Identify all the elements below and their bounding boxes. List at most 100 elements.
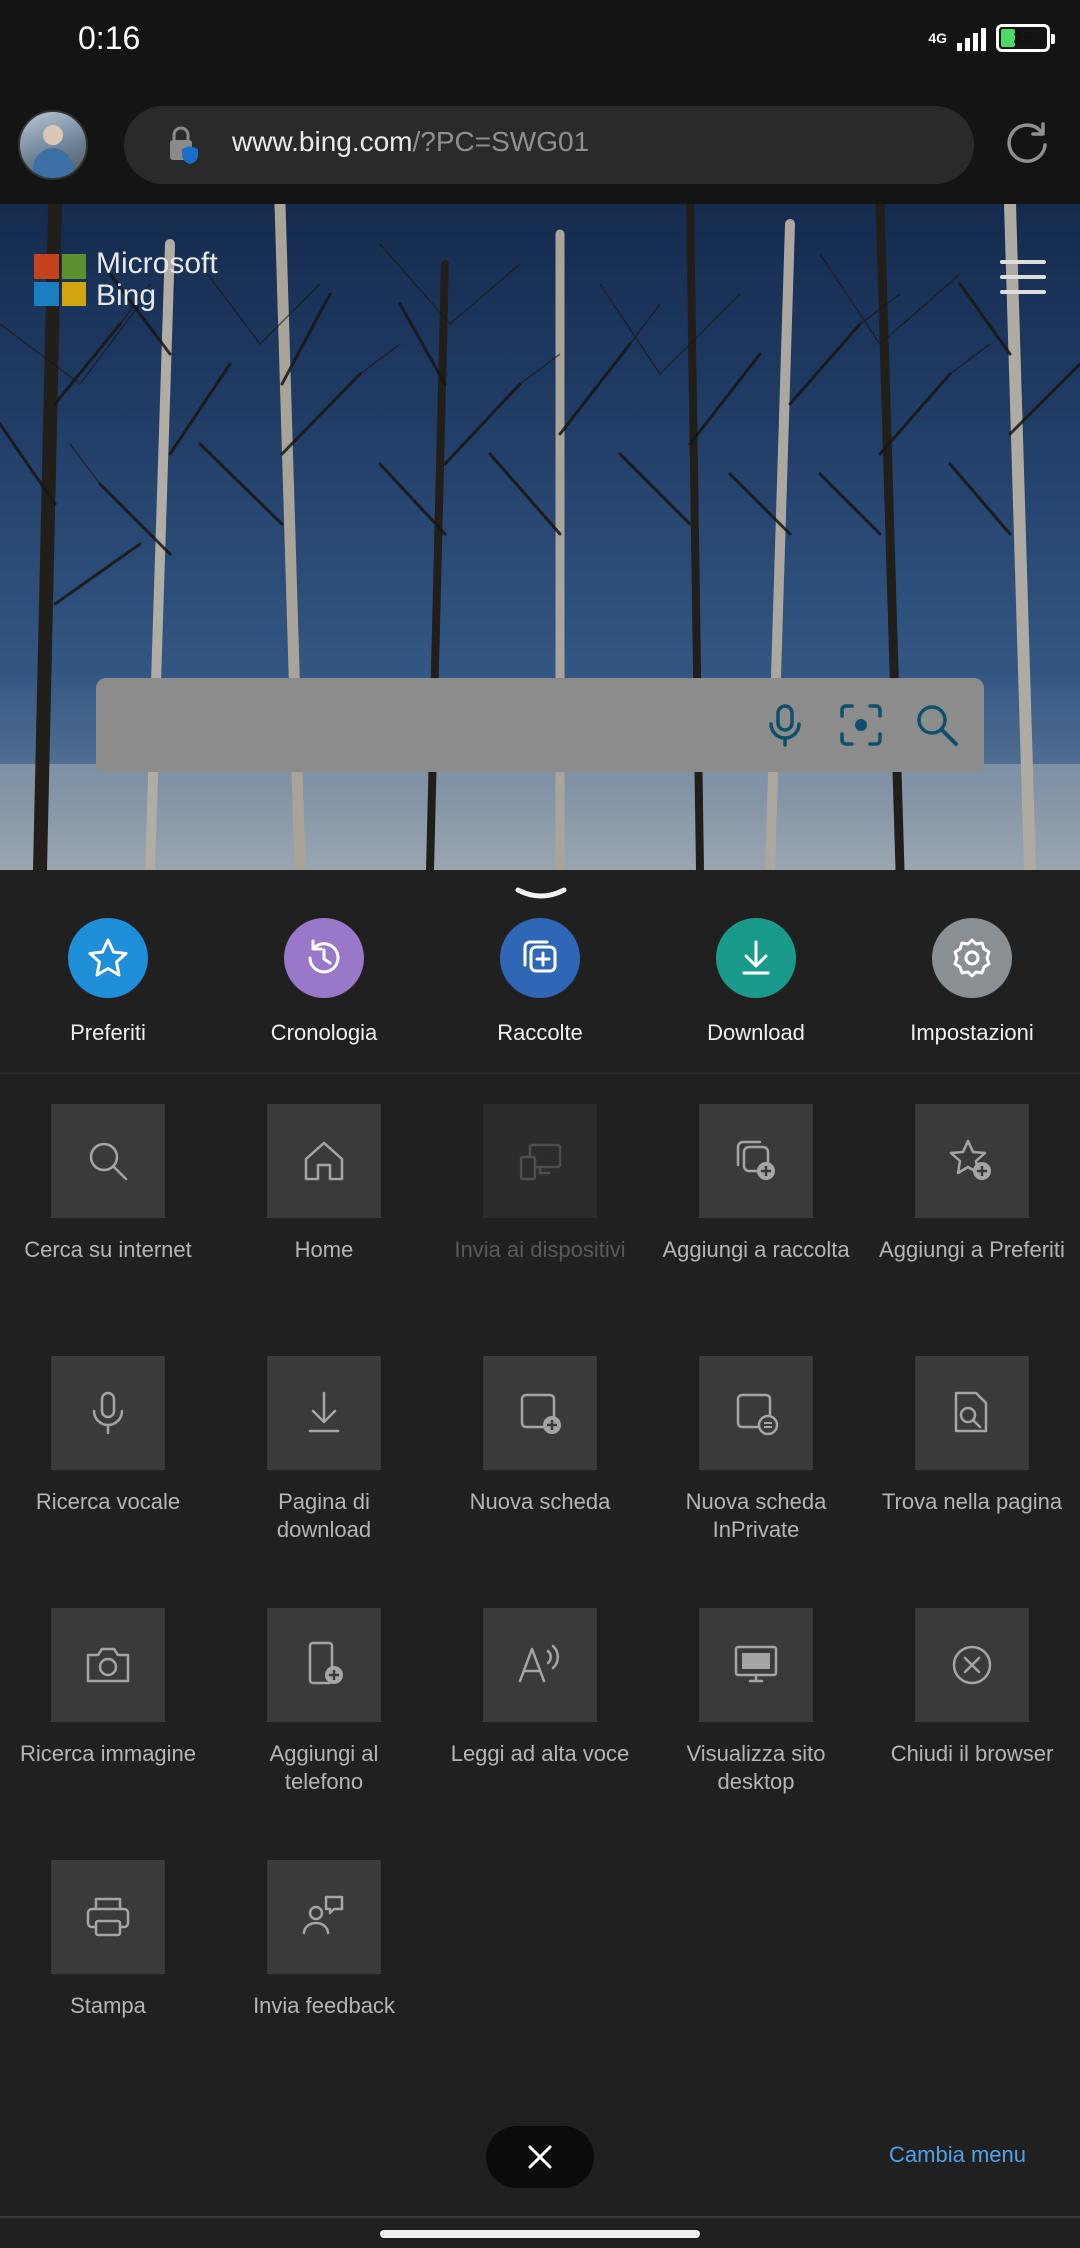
signal-icon bbox=[957, 25, 986, 51]
menu-row: Ricerca immagine Aggiungi al telefono Le… bbox=[0, 1608, 1080, 1860]
home-indicator[interactable] bbox=[380, 2230, 700, 2238]
desktop-site-icon bbox=[734, 1645, 778, 1683]
logo-line-bing: Bing bbox=[96, 279, 157, 312]
url-field[interactable]: www.bing.com/?PC=SWG01 bbox=[124, 106, 974, 184]
battery-level: 29 bbox=[1013, 28, 1033, 47]
favorites-icon bbox=[68, 918, 148, 998]
microphone-icon[interactable] bbox=[760, 700, 810, 750]
menu-home[interactable]: Home bbox=[216, 1104, 432, 1356]
menu-label: Invia ai dispositivi bbox=[454, 1237, 626, 1262]
quick-action-label: Raccolte bbox=[497, 1020, 583, 1045]
url-text[interactable]: www.bing.com/?PC=SWG01 bbox=[232, 126, 589, 158]
devices-icon bbox=[519, 1143, 562, 1181]
menu-label: Trova nella pagina bbox=[881, 1489, 1063, 1514]
printer-icon bbox=[86, 1897, 130, 1937]
bing-search-box[interactable] bbox=[96, 678, 984, 772]
history-icon bbox=[284, 918, 364, 998]
quick-action-label: Cronologia bbox=[270, 1020, 378, 1045]
url-path: /?PC=SWG01 bbox=[412, 126, 590, 157]
menu-stampa[interactable]: Stampa bbox=[0, 1860, 216, 2112]
menu-invia-ai-dispositivi: Invia ai dispositivi bbox=[432, 1104, 648, 1356]
download-icon bbox=[716, 918, 796, 998]
status-bar: 0:16 4G 29 bbox=[0, 0, 1080, 88]
sheet-handle-icon[interactable] bbox=[514, 884, 568, 906]
menu-label: Aggiungi a raccolta bbox=[662, 1237, 850, 1262]
quick-action-download[interactable]: Download bbox=[648, 918, 864, 1068]
collections-icon bbox=[500, 918, 580, 998]
quick-actions-row: Preferiti Cronologia Raccolte Download I… bbox=[0, 918, 1080, 1068]
menu-row: Ricerca vocale Pagina di download Nuova … bbox=[0, 1356, 1080, 1608]
menu-invia-feedback[interactable]: Invia feedback bbox=[216, 1860, 432, 2112]
quick-action-impostazioni[interactable]: Impostazioni bbox=[864, 918, 1080, 1068]
quick-action-raccolte[interactable]: Raccolte bbox=[432, 918, 648, 1068]
close-icon bbox=[528, 2145, 552, 2169]
inprivate-tab-icon bbox=[736, 1393, 779, 1436]
quick-action-label: Impostazioni bbox=[910, 1020, 1034, 1045]
menu-ricerca-immagine[interactable]: Ricerca immagine bbox=[0, 1608, 216, 1860]
menu-grid: Cerca su internet Home Invia ai disposit… bbox=[0, 1104, 1080, 2112]
visual-search-icon[interactable] bbox=[836, 700, 886, 750]
search-icon bbox=[89, 1142, 128, 1181]
menu-label: Aggiungi al telefono bbox=[269, 1741, 379, 1794]
menu-cerca-su-internet[interactable]: Cerca su internet bbox=[0, 1104, 216, 1356]
menu-label: Nuova scheda InPrivate bbox=[685, 1489, 827, 1542]
menu-aggiungi-a-preferiti[interactable]: Aggiungi a Preferiti bbox=[864, 1104, 1080, 1356]
menu-visualizza-sito-desktop[interactable]: Visualizza sito desktop bbox=[648, 1608, 864, 1860]
close-circle-icon bbox=[952, 1645, 992, 1685]
menu-ricerca-vocale[interactable]: Ricerca vocale bbox=[0, 1356, 216, 1608]
status-indicators: 4G 29 bbox=[928, 18, 1055, 58]
menu-label: Cerca su internet bbox=[24, 1237, 192, 1262]
menu-label: Home bbox=[294, 1237, 354, 1262]
menu-label: Visualizza sito desktop bbox=[686, 1741, 826, 1794]
menu-label: Pagina di download bbox=[276, 1489, 372, 1542]
menu-leggi-ad-alta-voce[interactable]: Leggi ad alta voce bbox=[432, 1608, 648, 1860]
add-to-phone-icon bbox=[308, 1641, 343, 1685]
url-host: www.bing.com bbox=[232, 126, 413, 157]
menu-nuova-scheda[interactable]: Nuova scheda bbox=[432, 1356, 648, 1608]
menu-row: Cerca su internet Home Invia ai disposit… bbox=[0, 1104, 1080, 1356]
menu-aggiungi-a-raccolta[interactable]: Aggiungi a raccolta bbox=[648, 1104, 864, 1356]
quick-action-label: Preferiti bbox=[70, 1020, 146, 1045]
menu-nuova-scheda-inprivate[interactable]: Nuova scheda InPrivate bbox=[648, 1356, 864, 1608]
menu-chiudi-il-browser[interactable]: Chiudi il browser bbox=[864, 1608, 1080, 1860]
settings-gear-icon bbox=[932, 918, 1012, 998]
search-icon[interactable] bbox=[912, 700, 962, 750]
microphone-icon bbox=[92, 1391, 124, 1435]
quick-action-label: Download bbox=[707, 1020, 805, 1045]
menu-label: Chiudi il browser bbox=[890, 1741, 1054, 1766]
switch-menu-link[interactable]: Cambia menu bbox=[889, 2142, 1026, 2168]
battery-icon: 29 bbox=[996, 24, 1055, 52]
close-menu-button[interactable] bbox=[486, 2126, 594, 2188]
menu-pagina-di-download[interactable]: Pagina di download bbox=[216, 1356, 432, 1608]
browser-menu-sheet: Preferiti Cronologia Raccolte Download I… bbox=[0, 870, 1080, 2248]
status-time: 0:16 bbox=[78, 20, 141, 56]
feedback-icon bbox=[302, 1895, 344, 1935]
menu-trova-nella-pagina[interactable]: Trova nella pagina bbox=[864, 1356, 1080, 1608]
menu-label: Invia feedback bbox=[253, 1993, 395, 2018]
new-tab-icon bbox=[520, 1393, 561, 1434]
menu-label: Ricerca immagine bbox=[19, 1741, 197, 1766]
network-type: 4G bbox=[928, 30, 947, 46]
divider bbox=[0, 2216, 1080, 2218]
menu-aggiungi-al-telefono[interactable]: Aggiungi al telefono bbox=[216, 1608, 432, 1860]
menu-label: Leggi ad alta voce bbox=[450, 1741, 630, 1766]
quick-action-preferiti[interactable]: Preferiti bbox=[0, 918, 216, 1068]
read-aloud-icon bbox=[518, 1644, 560, 1683]
address-bar: www.bing.com/?PC=SWG01 bbox=[0, 88, 1080, 204]
find-in-page-icon bbox=[954, 1391, 988, 1433]
add-collection-icon bbox=[736, 1140, 775, 1180]
divider bbox=[0, 1072, 1080, 1074]
avatar[interactable] bbox=[18, 110, 88, 180]
quick-action-cronologia[interactable]: Cronologia bbox=[216, 918, 432, 1068]
menu-row: Stampa Invia feedback bbox=[0, 1860, 1080, 2112]
camera-icon bbox=[86, 1647, 130, 1683]
lock-shield-icon[interactable] bbox=[164, 126, 204, 166]
download-icon bbox=[308, 1391, 340, 1433]
refresh-icon[interactable] bbox=[1002, 118, 1052, 168]
menu-label: Stampa bbox=[70, 1993, 146, 2018]
home-icon bbox=[304, 1141, 344, 1181]
menu-label: Aggiungi a Preferiti bbox=[879, 1237, 1065, 1262]
hamburger-menu-icon[interactable] bbox=[1000, 260, 1046, 294]
microsoft-logo-icon bbox=[34, 254, 86, 306]
microsoft-bing-logo[interactable]: Microsoft Bing bbox=[34, 248, 218, 312]
